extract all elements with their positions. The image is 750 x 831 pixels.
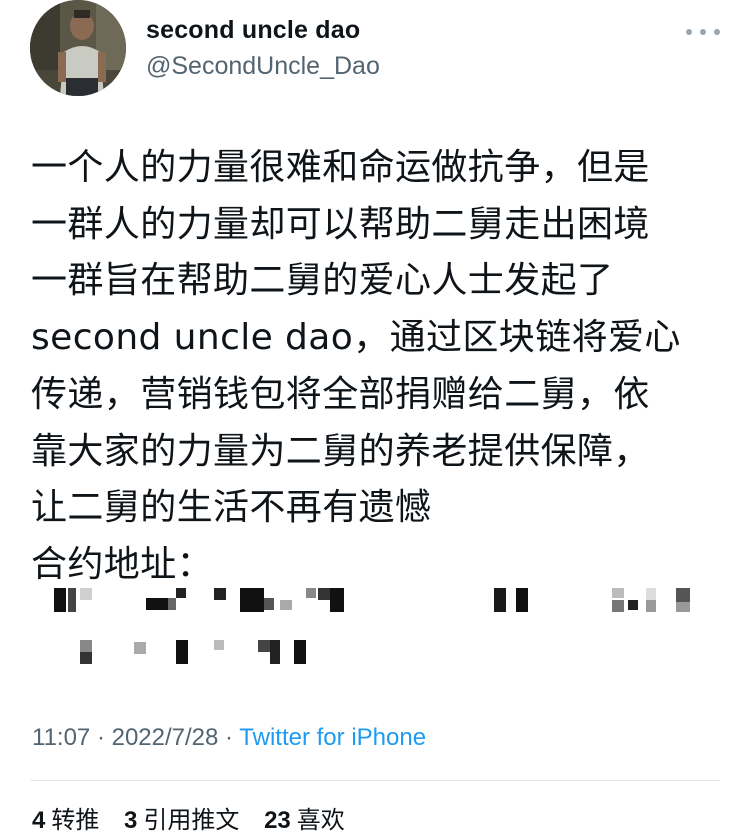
- meta-separator: ·: [218, 724, 240, 751]
- tweet-text: 一个人的力量很难和命运做抗争，但是 一群人的力量却可以帮助二舅走出困境 一群旨在…: [31, 140, 731, 594]
- quotes-stat[interactable]: 3 引用推文: [124, 806, 264, 831]
- divider: [30, 780, 720, 781]
- retweets-label: 转推: [51, 806, 100, 831]
- author-display-name[interactable]: second uncle dao: [146, 16, 360, 45]
- tweet-date[interactable]: 2022/7/28: [112, 724, 219, 751]
- quotes-count: 3: [124, 807, 138, 831]
- tweet-detail: second uncle dao @SecondUncle_Dao 一个人的力量…: [0, 0, 750, 831]
- tweet-text-line: 合约地址：: [31, 543, 214, 585]
- more-options-button[interactable]: [686, 22, 720, 42]
- quotes-label: 引用推文: [143, 806, 240, 831]
- tweet-text-line: 传递，营销钱包将全部捐赠给二舅，依: [31, 373, 650, 415]
- tweet-text-line: second uncle dao，通过区块链将爱心: [31, 317, 681, 359]
- likes-count: 23: [264, 807, 291, 831]
- tweet-text-line: 靠大家的力量为二舅的养老提供保障，: [31, 430, 650, 472]
- tweet-source-link[interactable]: Twitter for iPhone: [239, 724, 426, 751]
- likes-stat[interactable]: 23 喜欢: [264, 806, 363, 831]
- tweet-text-line: 一群人的力量却可以帮助二舅走出困境: [31, 203, 650, 245]
- tweet-text-line: 让二舅的生活不再有遗憾: [31, 487, 432, 529]
- tweet-text-line: 一群旨在帮助二舅的爱心人士发起了: [31, 260, 614, 302]
- avatar-photo-icon: [30, 0, 126, 96]
- engagement-stats: 4 转推 3 引用推文 23 喜欢: [32, 800, 363, 831]
- avatar[interactable]: [30, 0, 126, 96]
- more-horizontal-icon-dot: [700, 29, 706, 35]
- more-horizontal-icon-dot: [714, 29, 720, 35]
- retweets-count: 4: [32, 807, 46, 831]
- more-horizontal-icon: [686, 29, 692, 35]
- tweet-text-line: 一个人的力量很难和命运做抗争，但是: [31, 147, 650, 188]
- tweet-time[interactable]: 11:07: [32, 724, 90, 751]
- likes-label: 喜欢: [296, 806, 345, 831]
- meta-separator: ·: [90, 724, 112, 751]
- tweet-meta: 11:07 · 2022/7/28 · Twitter for iPhone: [32, 724, 426, 752]
- retweets-stat[interactable]: 4 转推: [32, 806, 124, 831]
- author-handle[interactable]: @SecondUncle_Dao: [146, 52, 380, 81]
